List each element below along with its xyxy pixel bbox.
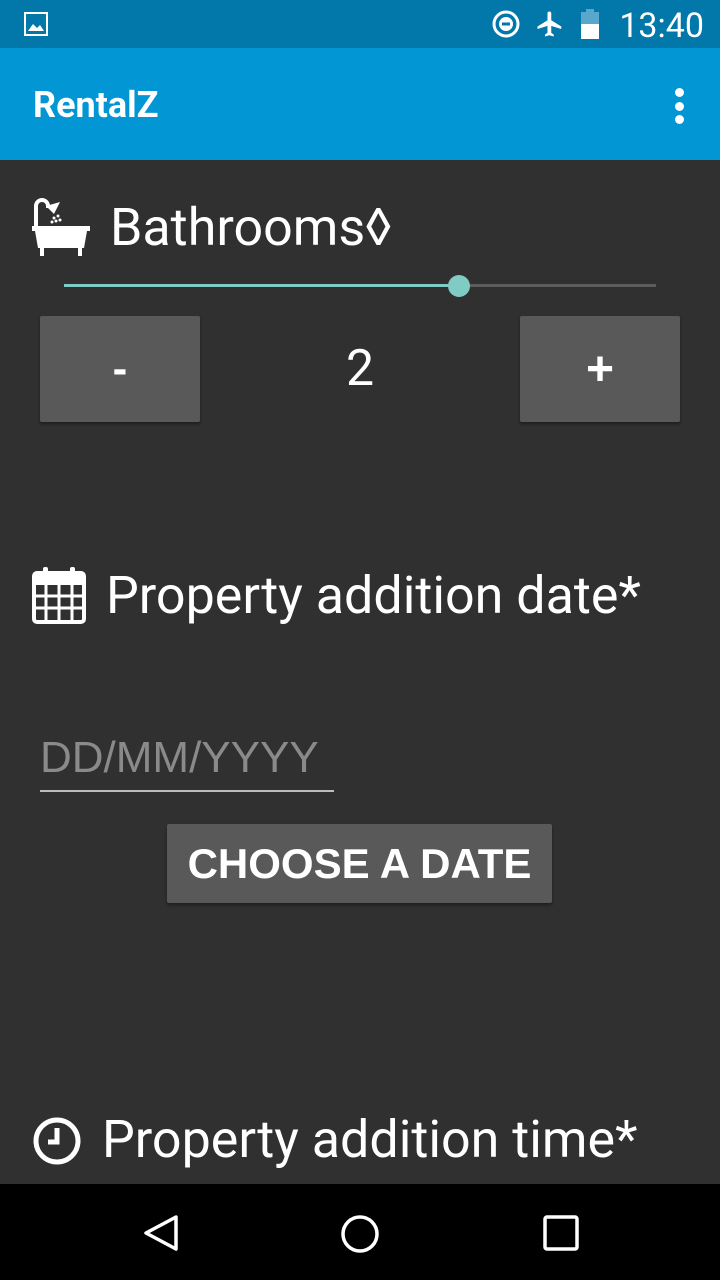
increment-button[interactable]: +: [520, 316, 680, 422]
slider-thumb[interactable]: [447, 275, 470, 297]
navigation-bar: [0, 1184, 720, 1280]
status-bar: 13:40: [0, 0, 720, 48]
bathrooms-slider[interactable]: [64, 275, 656, 297]
image-icon: [24, 12, 48, 36]
clock: 13:40: [619, 6, 704, 46]
clock-icon: [33, 1117, 81, 1165]
bathtub-icon: [32, 198, 90, 256]
calendar-icon: [32, 567, 86, 624]
home-icon[interactable]: [340, 1214, 380, 1254]
recents-icon[interactable]: [543, 1215, 579, 1251]
decrement-button[interactable]: -: [40, 316, 200, 422]
overflow-menu-icon[interactable]: [672, 88, 686, 124]
back-icon[interactable]: [142, 1214, 180, 1252]
do-not-disturb-icon: [492, 10, 520, 38]
bathrooms-label: Bathrooms◊: [110, 197, 392, 258]
app-bar: RentalZ: [0, 48, 720, 160]
time-label: Property addition time*: [102, 1109, 638, 1170]
date-label: Property addition date*: [106, 565, 641, 626]
date-input[interactable]: [40, 726, 334, 792]
app-title: RentalZ: [33, 84, 159, 126]
choose-date-button[interactable]: CHOOSE A DATE: [167, 824, 552, 903]
airplane-icon: [537, 11, 562, 37]
bathrooms-count: 2: [345, 340, 375, 398]
battery-icon: [581, 9, 599, 39]
